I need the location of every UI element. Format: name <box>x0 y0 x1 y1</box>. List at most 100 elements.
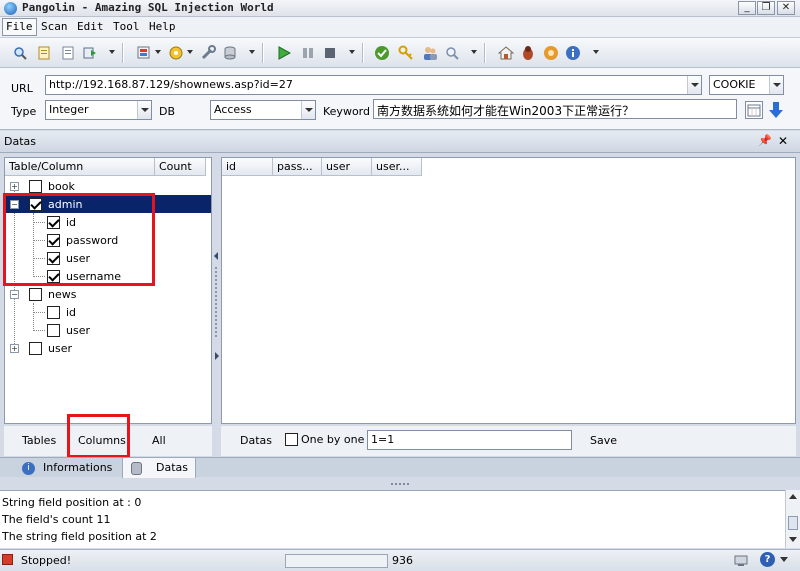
datas-button[interactable]: Datas <box>240 434 272 447</box>
scroll-thumb[interactable] <box>788 516 798 530</box>
collapse-icon[interactable]: − <box>10 290 19 299</box>
grid-button-bar: Datas One by one 1=1 Save <box>221 426 796 456</box>
globe-icon[interactable] <box>541 43 561 63</box>
stop-dropdown-icon[interactable] <box>349 50 355 54</box>
info-icon[interactable] <box>563 43 583 63</box>
db-select[interactable]: Access <box>210 100 316 120</box>
plugin-dropdown-icon[interactable] <box>187 50 193 54</box>
injection-dropdown-icon[interactable] <box>155 50 161 54</box>
method-select[interactable]: COOKIE <box>709 75 784 95</box>
pin-icon[interactable]: 📌 <box>758 134 772 147</box>
tables-button[interactable]: Tables <box>22 434 56 447</box>
expand-icon[interactable]: + <box>10 344 19 353</box>
one-by-one-checkbox[interactable] <box>285 433 298 446</box>
menu-bar: File Scan Edit Tool Help <box>0 17 800 38</box>
document-icon[interactable] <box>58 43 78 63</box>
check-icon[interactable] <box>372 43 392 63</box>
title-bar: Pangolin - Amazing SQL Injection World _… <box>0 0 800 17</box>
resize-grip[interactable] <box>0 478 800 490</box>
method-dropdown-icon[interactable] <box>769 76 783 94</box>
url-dropdown-icon[interactable] <box>687 76 701 94</box>
splitter-right-arrow-icon[interactable] <box>215 352 219 360</box>
tree-row-news-id[interactable]: id <box>5 303 211 321</box>
database-icon[interactable] <box>220 43 240 63</box>
scroll-up-icon[interactable] <box>789 494 797 499</box>
tree-column-count[interactable]: Count <box>155 158 206 176</box>
tree-row-user[interactable]: + user <box>5 339 211 357</box>
wrench-icon[interactable] <box>198 43 218 63</box>
arrow-down-icon[interactable] <box>768 101 784 119</box>
menu-edit[interactable]: Edit <box>74 20 107 33</box>
search-icon[interactable] <box>10 43 30 63</box>
restore-icon[interactable]: ❐ <box>757 1 775 15</box>
find-dropdown-icon[interactable] <box>471 50 477 54</box>
menu-help[interactable]: Help <box>146 20 179 33</box>
grid-column-id[interactable]: id <box>222 158 273 176</box>
save-button[interactable]: Save <box>590 434 617 447</box>
tree-label: news <box>48 288 77 301</box>
tab-datas[interactable]: Datas <box>122 458 196 478</box>
pause-icon[interactable] <box>298 43 318 63</box>
tree-row-news[interactable]: − news <box>5 285 211 303</box>
stop-icon[interactable] <box>320 43 340 63</box>
log-output: String field position at : 0 The field's… <box>0 490 785 548</box>
menu-tool[interactable]: Tool <box>110 20 143 33</box>
datas-panel-header: Datas 📌 ✕ <box>0 131 800 153</box>
tree-line <box>33 330 45 331</box>
tree-checkbox[interactable] <box>47 306 60 319</box>
help-icon[interactable]: ? <box>760 552 775 567</box>
injection-icon[interactable] <box>134 43 154 63</box>
tree-label: book <box>48 180 75 193</box>
info-dropdown-icon[interactable] <box>593 50 599 54</box>
stop-status-icon <box>2 554 13 565</box>
grid-column-username[interactable]: user... <box>372 158 422 176</box>
plugin-icon[interactable] <box>166 43 186 63</box>
tree-column-table[interactable]: Table/Column <box>5 158 155 176</box>
help-dropdown-icon[interactable] <box>780 557 788 562</box>
bug-icon[interactable] <box>518 43 538 63</box>
toolbar-separator <box>262 43 263 63</box>
grid-column-user[interactable]: user <box>322 158 372 176</box>
home-icon[interactable] <box>496 43 516 63</box>
splitter-left-arrow-icon[interactable] <box>214 252 218 260</box>
toolbar-separator <box>484 43 485 63</box>
log-scrollbar[interactable] <box>785 490 800 548</box>
start-icon[interactable] <box>274 43 294 63</box>
export-dropdown-icon[interactable] <box>109 50 115 54</box>
tree-checkbox[interactable] <box>29 180 42 193</box>
calendar-icon[interactable] <box>745 101 763 119</box>
tree-label: id <box>66 306 77 319</box>
key-icon[interactable] <box>396 43 416 63</box>
tab-informations[interactable]: i Informations <box>14 458 120 478</box>
open-icon[interactable] <box>34 43 54 63</box>
splitter[interactable] <box>213 157 220 424</box>
database-dropdown-icon[interactable] <box>249 50 255 54</box>
tree-checkbox[interactable] <box>47 324 60 337</box>
close-icon[interactable]: ✕ <box>777 1 795 15</box>
keyword-input[interactable]: 南方数据系统如何才能在Win2003下正常运行？ <box>373 99 737 119</box>
menu-scan[interactable]: Scan <box>38 20 71 33</box>
expand-icon[interactable]: + <box>10 182 19 191</box>
grid-column-password[interactable]: pass... <box>273 158 322 176</box>
export-icon[interactable] <box>80 43 100 63</box>
type-value: Integer <box>49 103 89 116</box>
url-input[interactable]: http://192.168.87.129/shownews.asp?id=27 <box>45 75 702 95</box>
type-select[interactable]: Integer <box>45 100 152 120</box>
type-dropdown-icon[interactable] <box>137 101 151 119</box>
minimize-icon[interactable]: _ <box>738 1 756 15</box>
tree-row-news-user[interactable]: user <box>5 321 211 339</box>
find-icon[interactable] <box>442 43 462 63</box>
tree-checkbox[interactable] <box>29 288 42 301</box>
scroll-down-icon[interactable] <box>789 537 797 542</box>
db-dropdown-icon[interactable] <box>301 101 315 119</box>
tree-checkbox[interactable] <box>29 342 42 355</box>
menu-file[interactable]: File <box>2 18 37 36</box>
network-icon[interactable] <box>733 552 749 568</box>
condition-input[interactable]: 1=1 <box>367 430 572 450</box>
info-icon: i <box>22 461 35 475</box>
all-button[interactable]: All <box>152 434 166 447</box>
toolbar-separator <box>122 43 123 63</box>
users-icon[interactable] <box>420 43 440 63</box>
datas-panel-title: Datas <box>4 135 36 148</box>
panel-close-icon[interactable]: ✕ <box>778 134 788 148</box>
